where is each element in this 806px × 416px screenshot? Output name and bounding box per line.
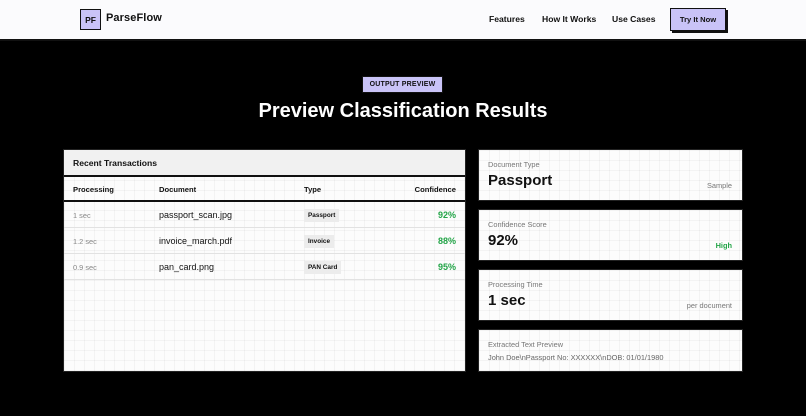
stat-value: 1 sec xyxy=(488,292,526,309)
nav-link-how-it-works[interactable]: How It Works xyxy=(542,14,596,24)
cell-processing: 1 sec xyxy=(73,211,91,220)
col-header-document: Document xyxy=(159,185,197,194)
stat-note: Sample xyxy=(706,181,732,190)
section-badge: OUTPUT PREVIEW xyxy=(362,76,443,93)
stat-label: Document Type xyxy=(488,160,540,169)
table-title: Recent Transactions xyxy=(64,150,465,177)
stat-value: 92% xyxy=(488,232,519,249)
cell-document: pan_card.png xyxy=(159,262,215,272)
cell-document: passport_scan.jpg xyxy=(159,210,233,220)
col-header-processing: Processing xyxy=(73,185,114,194)
cell-document: invoice_march.pdf xyxy=(159,236,233,246)
table-row[interactable]: 1.2 sec invoice_march.pdf Invoice 88% xyxy=(64,228,465,254)
cell-confidence: 95% xyxy=(437,262,456,272)
table-row[interactable]: 0.9 sec pan_card.png PAN Card 95% xyxy=(64,254,465,280)
cell-processing: 1.2 sec xyxy=(73,237,97,246)
cell-confidence: 92% xyxy=(437,210,456,220)
col-header-type: Type xyxy=(304,185,322,194)
stat-label: Processing Time xyxy=(488,280,543,289)
type-badge: Invoice xyxy=(304,235,335,248)
top-navbar: PF ParseFlow Features How It Works Use C… xyxy=(0,0,806,41)
confidence-level-badge: High xyxy=(715,241,732,250)
stat-note: per document xyxy=(686,301,732,310)
table-row[interactable]: 1 sec passport_scan.jpg Passport 92% xyxy=(64,202,465,228)
try-it-now-button[interactable]: Try It Now xyxy=(670,8,726,31)
nav-link-use-cases[interactable]: Use Cases xyxy=(612,14,655,24)
confidence-score-card: Confidence Score 92% High xyxy=(478,209,743,261)
brand-name[interactable]: ParseFlow xyxy=(106,12,162,24)
extracted-text-preview: John Doe\nPassport No: XXXXXX\nDOB: 01/0… xyxy=(488,353,664,362)
stat-label: Confidence Score xyxy=(488,220,547,229)
stat-value: Passport xyxy=(488,172,553,189)
cell-confidence: 88% xyxy=(437,236,456,246)
processing-time-card: Processing Time 1 sec per document xyxy=(478,269,743,321)
document-type-card: Document Type Passport Sample xyxy=(478,149,743,201)
logo-icon[interactable]: PF xyxy=(80,9,101,30)
type-badge: PAN Card xyxy=(304,261,342,274)
transactions-table-card: Recent Transactions Processing Document … xyxy=(63,149,466,372)
col-header-confidence: Confidence xyxy=(414,185,456,194)
type-badge: Passport xyxy=(304,209,340,222)
extracted-text-card: Extracted Text Preview John Doe\nPasspor… xyxy=(478,329,743,372)
nav-link-features[interactable]: Features xyxy=(489,14,525,24)
stat-label: Extracted Text Preview xyxy=(488,340,564,349)
page-title: Preview Classification Results xyxy=(258,100,548,122)
cell-processing: 0.9 sec xyxy=(73,263,97,272)
